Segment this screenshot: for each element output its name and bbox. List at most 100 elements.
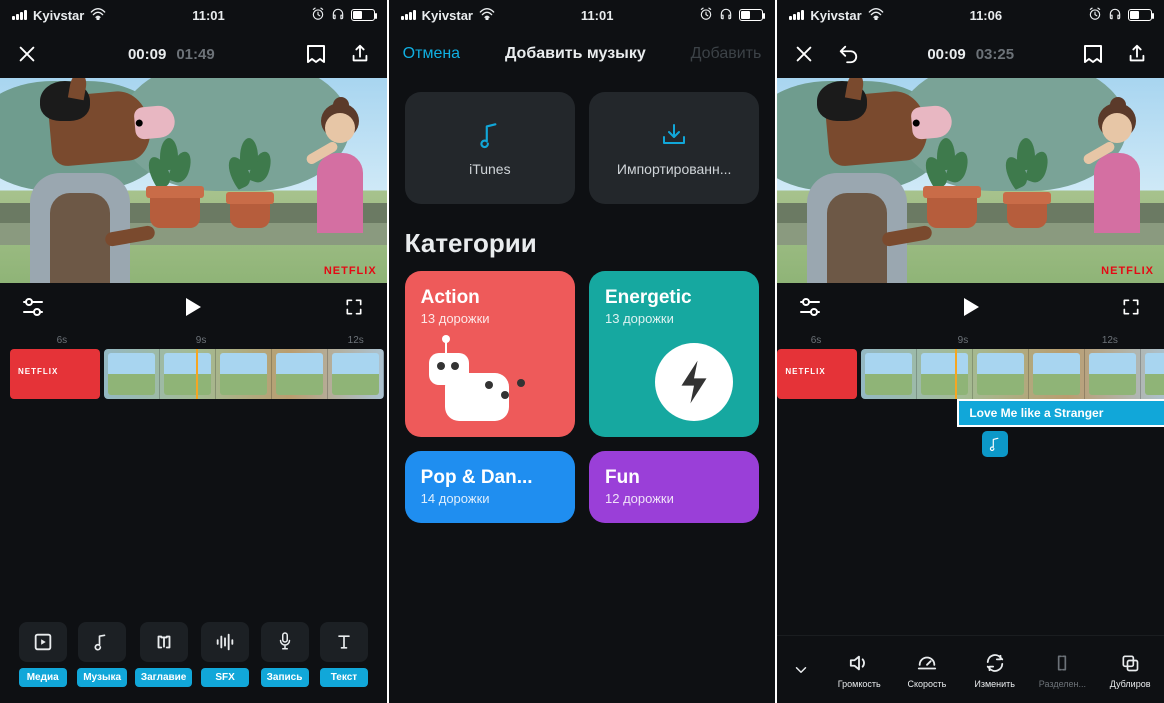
headphones-icon [1108,7,1122,24]
timeline-ruler: 6s 9s 12s [777,331,1164,349]
tool-speed[interactable]: Скорость [893,651,961,689]
tool-label: Заглавие [135,668,193,687]
undo-button[interactable] [835,41,861,67]
tool-sfx[interactable]: SFX [198,622,251,687]
cancel-button[interactable]: Отмена [403,45,460,63]
tool-label: Музыка [77,668,127,687]
category-pop-dance[interactable]: Pop & Dan... 14 дорожки [405,451,575,523]
category-tracks: 12 дорожки [605,491,743,506]
tool-volume[interactable]: Громкость [825,651,893,689]
signal-icon [789,10,804,20]
top-nav: 00:09 01:49 [0,30,387,78]
category-name: Action [421,287,559,309]
tool-text[interactable]: Текст [317,622,370,687]
categories-header: Категории [389,228,776,271]
category-tracks: 13 дорожки [605,311,743,326]
headphones-icon [719,7,733,24]
watermark: NETFLIX [1101,265,1154,277]
video-track[interactable] [777,349,1164,399]
video-preview[interactable]: NETFLIX [777,78,1164,283]
nav-title: Добавить музыку [505,45,646,63]
close-button[interactable] [791,41,817,67]
wifi-icon [90,8,106,23]
video-track[interactable] [0,349,387,399]
tool-label: Разделен... [1039,679,1086,689]
clip-main[interactable] [104,349,384,399]
clip-intro[interactable] [10,349,100,399]
screen-add-music: Kyivstar 11:01 Отмена Добавить музыку До… [389,0,778,703]
audio-tool-row: Громкость Скорость Изменить Разделен... … [777,635,1164,703]
import-icon [660,119,688,151]
category-name: Pop & Dan... [421,467,559,489]
signal-icon [401,10,416,20]
export-button[interactable] [1124,41,1150,67]
preview-controls [777,283,1164,331]
total-duration: 03:25 [976,46,1014,63]
audio-clip-title: Love Me like a Stranger [969,406,1103,420]
source-itunes[interactable]: iTunes [405,92,575,204]
wifi-icon [868,8,884,23]
play-button[interactable] [180,294,206,320]
battery-icon [1128,9,1152,21]
audio-track[interactable]: Love Me like a Stranger [777,399,1164,429]
tool-label: Дублиров [1110,679,1151,689]
music-marker-icon[interactable] [982,431,1008,457]
music-note-icon [477,119,503,151]
source-imported[interactable]: Импортированн... [589,92,759,204]
fullscreen-button[interactable] [1118,294,1144,320]
marker-track [777,429,1164,463]
video-preview[interactable]: NETFLIX [0,78,387,283]
top-nav: 00:09 03:25 [777,30,1164,78]
preview-controls [0,283,387,331]
playhead[interactable] [955,349,957,399]
tool-label: SFX [201,668,249,687]
tool-label: Громкость [838,679,881,689]
tool-media[interactable]: Медиа [16,622,69,687]
category-tracks: 14 дорожки [421,491,559,506]
music-nav: Отмена Добавить музыку Добавить [389,30,776,78]
close-button[interactable] [14,41,40,67]
audio-clip[interactable]: Love Me like a Stranger [957,399,1164,427]
play-button[interactable] [958,294,984,320]
category-energetic[interactable]: Energetic 13 дорожки [589,271,759,437]
tool-grid: Медиа Музыка Заглавие SFX Запись Текст [0,614,387,703]
collapse-button[interactable] [779,648,823,692]
clip-main[interactable] [861,349,1164,399]
bookmark-button[interactable] [303,41,329,67]
carrier-label: Kyivstar [422,8,473,23]
status-time: 11:01 [192,8,225,23]
battery-icon [739,9,763,21]
settings-icon[interactable] [797,294,823,320]
timeline-time: 00:09 01:49 [128,46,215,63]
ruler-mark: 12s [1102,335,1118,346]
screen-editor-main: Kyivstar 11:01 00:09 01:49 NETFLIX [0,0,389,703]
add-button[interactable]: Добавить [691,45,762,63]
music-sources: iTunes Импортированн... [389,78,776,228]
carrier-label: Kyivstar [33,8,84,23]
playhead[interactable] [196,349,198,399]
category-name: Energetic [605,287,743,309]
battery-icon [351,9,375,21]
tool-split[interactable]: Разделен... [1029,651,1097,689]
source-label: Импортированн... [617,161,732,177]
export-button[interactable] [347,41,373,67]
wifi-icon [479,8,495,23]
tool-record[interactable]: Запись [258,622,311,687]
category-action[interactable]: Action 13 дорожки [405,271,575,437]
category-fun[interactable]: Fun 12 дорожки [589,451,759,523]
tool-title[interactable]: Заглавие [135,622,193,687]
playhead-time: 00:09 [927,46,965,63]
fullscreen-button[interactable] [341,294,367,320]
settings-icon[interactable] [20,294,46,320]
tool-label: Скорость [908,679,947,689]
bookmark-button[interactable] [1080,41,1106,67]
tool-label: Текст [320,668,368,687]
tool-duplicate[interactable]: Дублиров [1096,651,1164,689]
clip-intro[interactable] [777,349,857,399]
ruler-mark: 9s [196,335,207,346]
tool-music[interactable]: Музыка [75,622,128,687]
carrier-label: Kyivstar [810,8,861,23]
tool-edit[interactable]: Изменить [961,651,1029,689]
ruler-mark: 6s [811,335,822,346]
playhead-time: 00:09 [128,46,166,63]
